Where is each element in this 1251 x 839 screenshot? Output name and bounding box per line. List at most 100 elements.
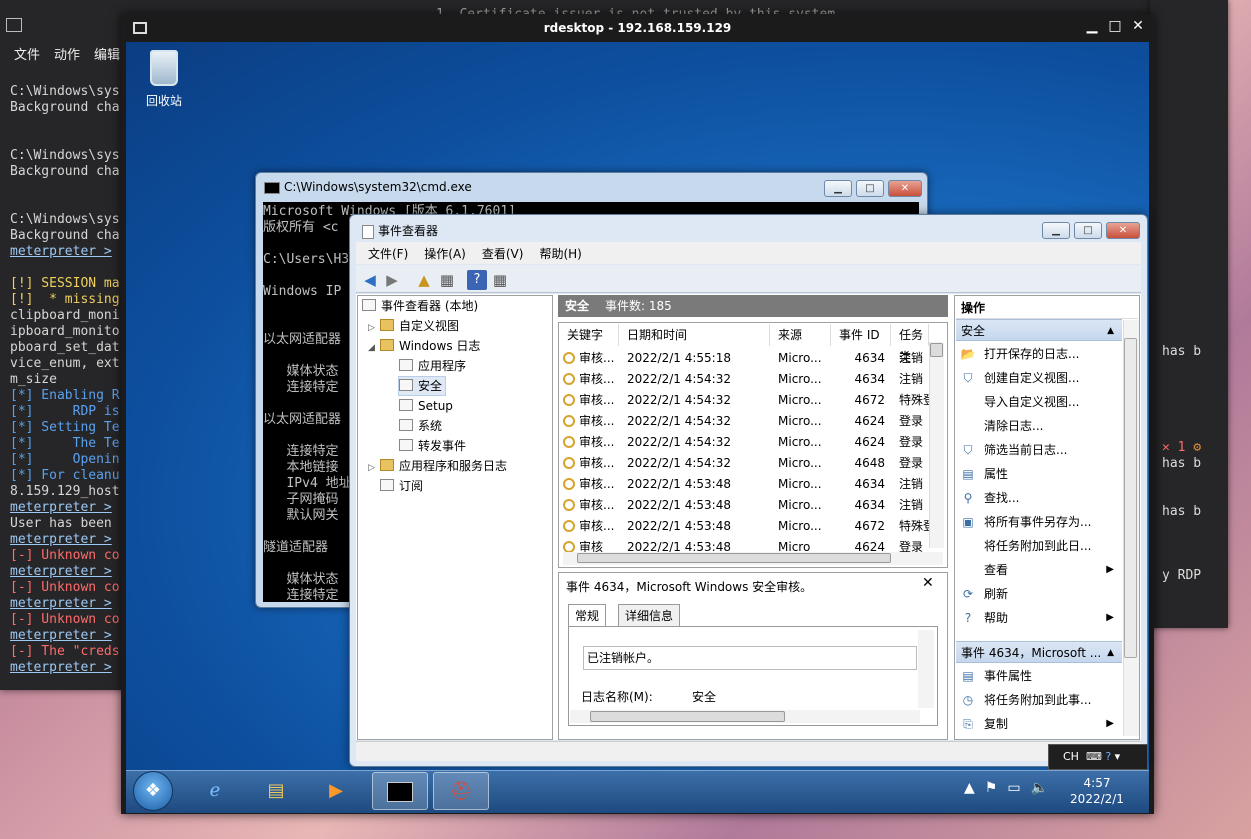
log-icon — [399, 439, 413, 451]
action-item[interactable]: ⛉ 创建自定义视图... — [960, 367, 1120, 389]
action-item[interactable]: ? 帮助 ▶ — [960, 607, 1120, 629]
column-header[interactable]: 日期和时间 — [619, 324, 770, 346]
menu-item[interactable]: 文件 — [14, 44, 40, 63]
tree-item-security[interactable]: 安全 — [397, 376, 447, 396]
host-terminal-right[interactable] — [1150, 0, 1228, 628]
action-item[interactable]: 📂 打开保存的日志... — [960, 343, 1120, 365]
back-icon[interactable]: ◀ — [360, 270, 380, 290]
menu-item[interactable]: 操作(A) — [416, 245, 474, 262]
actions-section-log[interactable]: 安全 ▲ — [956, 319, 1122, 341]
terminal-line: [*] For cleanu — [10, 468, 120, 483]
column-header[interactable]: 事件 ID — [831, 324, 891, 346]
terminal-text: has b — [1162, 344, 1202, 359]
taskbar-event-viewer[interactable]: ⛑ — [433, 772, 489, 810]
tree-item-windows-logs[interactable]: ◢ Windows 日志 — [368, 337, 480, 355]
tree-item-app-services[interactable]: ▷ 应用程序和服务日志 — [368, 457, 507, 475]
minimize-icon[interactable]: ▁ — [1082, 18, 1102, 34]
tree-item-application[interactable]: 应用程序 — [399, 357, 466, 375]
grid-hscroll-thumb[interactable] — [577, 553, 891, 563]
menu-item[interactable]: 编辑 — [94, 44, 120, 63]
explorer-icon[interactable]: ▤ — [248, 772, 304, 810]
cmd-maximize-button[interactable]: □ — [856, 180, 884, 197]
action-item[interactable]: ⚲ 查找... — [960, 487, 1120, 509]
submenu-arrow-icon: ▶ — [1106, 564, 1114, 575]
action-item[interactable]: ◷ 将任务附加到此事... — [960, 689, 1120, 711]
column-header[interactable]: 任务类 — [891, 324, 929, 364]
action-item[interactable]: 导入自定义视图... — [960, 391, 1120, 413]
menu-item[interactable]: 查看(V) — [474, 245, 532, 262]
tree-item-setup[interactable]: Setup — [399, 397, 453, 415]
volume-icon[interactable]: 🔈 — [1031, 780, 1048, 796]
detail-vertical-scrollbar[interactable] — [918, 630, 934, 708]
menu-item[interactable]: 帮助(H) — [531, 245, 589, 262]
language-bar[interactable]: CH ⌨ ? ▾ — [1048, 744, 1148, 770]
action-item[interactable]: ⟳ 刷新 — [960, 583, 1120, 605]
tab-general[interactable]: 常规 — [568, 604, 607, 627]
action-item[interactable]: ⛉ 筛选当前日志... — [960, 439, 1120, 461]
key-icon — [563, 373, 575, 385]
grid-scroll-thumb[interactable] — [930, 343, 943, 357]
collapse-icon[interactable]: ◢ — [368, 339, 378, 357]
tree-item-root[interactable]: 事件查看器 (本地) — [362, 297, 478, 315]
cell-text: 2022/2/1 4:53:48 — [627, 519, 731, 533]
tree-item-subscriptions[interactable]: 订阅 — [380, 477, 423, 495]
up-folder-icon[interactable]: ▲ — [414, 270, 434, 290]
network-icon[interactable]: ▭ — [1007, 780, 1020, 796]
action-item[interactable]: ▤ 事件属性 — [960, 665, 1120, 687]
cell-text: Micro... — [778, 351, 822, 365]
show-hidden-icons-icon[interactable]: ▲ — [964, 780, 975, 796]
expand-icon[interactable]: ▷ — [368, 319, 378, 337]
column-header[interactable]: 来源 — [770, 324, 831, 346]
detail-hscroll-thumb[interactable] — [590, 711, 785, 722]
tab-details[interactable]: 详细信息 — [618, 604, 681, 626]
action-label: 将任务附加到此日... — [984, 539, 1092, 553]
taskbar-cmd[interactable] — [372, 772, 428, 810]
cell-text: Micro... — [778, 456, 822, 470]
tree-item-custom-views[interactable]: ▷ 自定义视图 — [368, 317, 459, 335]
media-player-icon[interactable]: ▶ — [308, 772, 364, 810]
status-bar — [356, 741, 1141, 761]
show-hide-tree-icon[interactable]: ▦ — [437, 270, 457, 290]
action-item[interactable]: ⎘ 复制 ▶ — [960, 713, 1120, 735]
maximize-icon[interactable]: □ — [1105, 18, 1125, 34]
help-icon[interactable]: ? — [467, 270, 487, 290]
action-item[interactable]: 将任务附加到此日... — [960, 535, 1120, 557]
actions-section-event[interactable]: 事件 4634，Microsoft ... ▲ — [956, 641, 1122, 663]
expand-icon[interactable]: ▷ — [368, 459, 378, 477]
action-item[interactable]: ▣ 将所有事件另存为... — [960, 511, 1120, 533]
terminal-text: has b — [1162, 456, 1202, 471]
tree-item-system[interactable]: 系统 — [399, 417, 442, 435]
ev-minimize-button[interactable]: ▁ — [1042, 222, 1070, 239]
terminal-tab-icon[interactable] — [6, 18, 22, 32]
recycle-bin[interactable]: 回收站 — [142, 50, 186, 116]
menu-item[interactable]: 动作 — [54, 44, 80, 63]
event-viewer-icon — [362, 299, 376, 311]
ie-icon[interactable]: ℯ — [187, 772, 243, 810]
action-item[interactable]: 查看 ▶ — [960, 559, 1120, 581]
menu-item[interactable]: 文件(F) — [360, 245, 416, 262]
action-item[interactable]: ▤ 属性 — [960, 463, 1120, 485]
column-header[interactable]: 关键字 — [559, 324, 619, 346]
cmd-close-button[interactable]: ✕ — [888, 180, 922, 197]
tree-item-forwarded[interactable]: 转发事件 — [399, 437, 466, 455]
event-description[interactable]: 已注销帐户。 — [583, 646, 917, 670]
clock-time: 4:57 — [1083, 776, 1111, 790]
show-hide-action-pane-icon[interactable]: ▦ — [490, 270, 510, 290]
action-label: 刷新 — [984, 587, 1009, 601]
cell-text: 审核... — [579, 456, 615, 470]
terminal-line: C:\Windows\sys — [10, 84, 120, 99]
close-icon[interactable]: ✕ — [922, 575, 934, 591]
actions-scroll-thumb[interactable] — [1124, 338, 1137, 658]
ev-maximize-button[interactable]: □ — [1074, 222, 1102, 239]
close-icon[interactable]: ✕ — [1128, 18, 1148, 34]
cell-text: 审核... — [579, 414, 615, 428]
ev-close-button[interactable]: ✕ — [1106, 222, 1140, 239]
action-center-icon[interactable]: ⚑ — [985, 780, 998, 796]
cmd-minimize-button[interactable]: ▁ — [824, 180, 852, 197]
grid-vertical-scrollbar[interactable] — [929, 342, 944, 548]
system-tray: ▲ ⚑ ▭ 🔈 — [964, 780, 1048, 796]
terminal-line: meterpreter > — [10, 532, 112, 547]
clock[interactable]: 4:57 2022/2/1 — [1062, 775, 1132, 807]
forward-icon[interactable]: ▶ — [382, 270, 402, 290]
action-item[interactable]: 清除日志... — [960, 415, 1120, 437]
